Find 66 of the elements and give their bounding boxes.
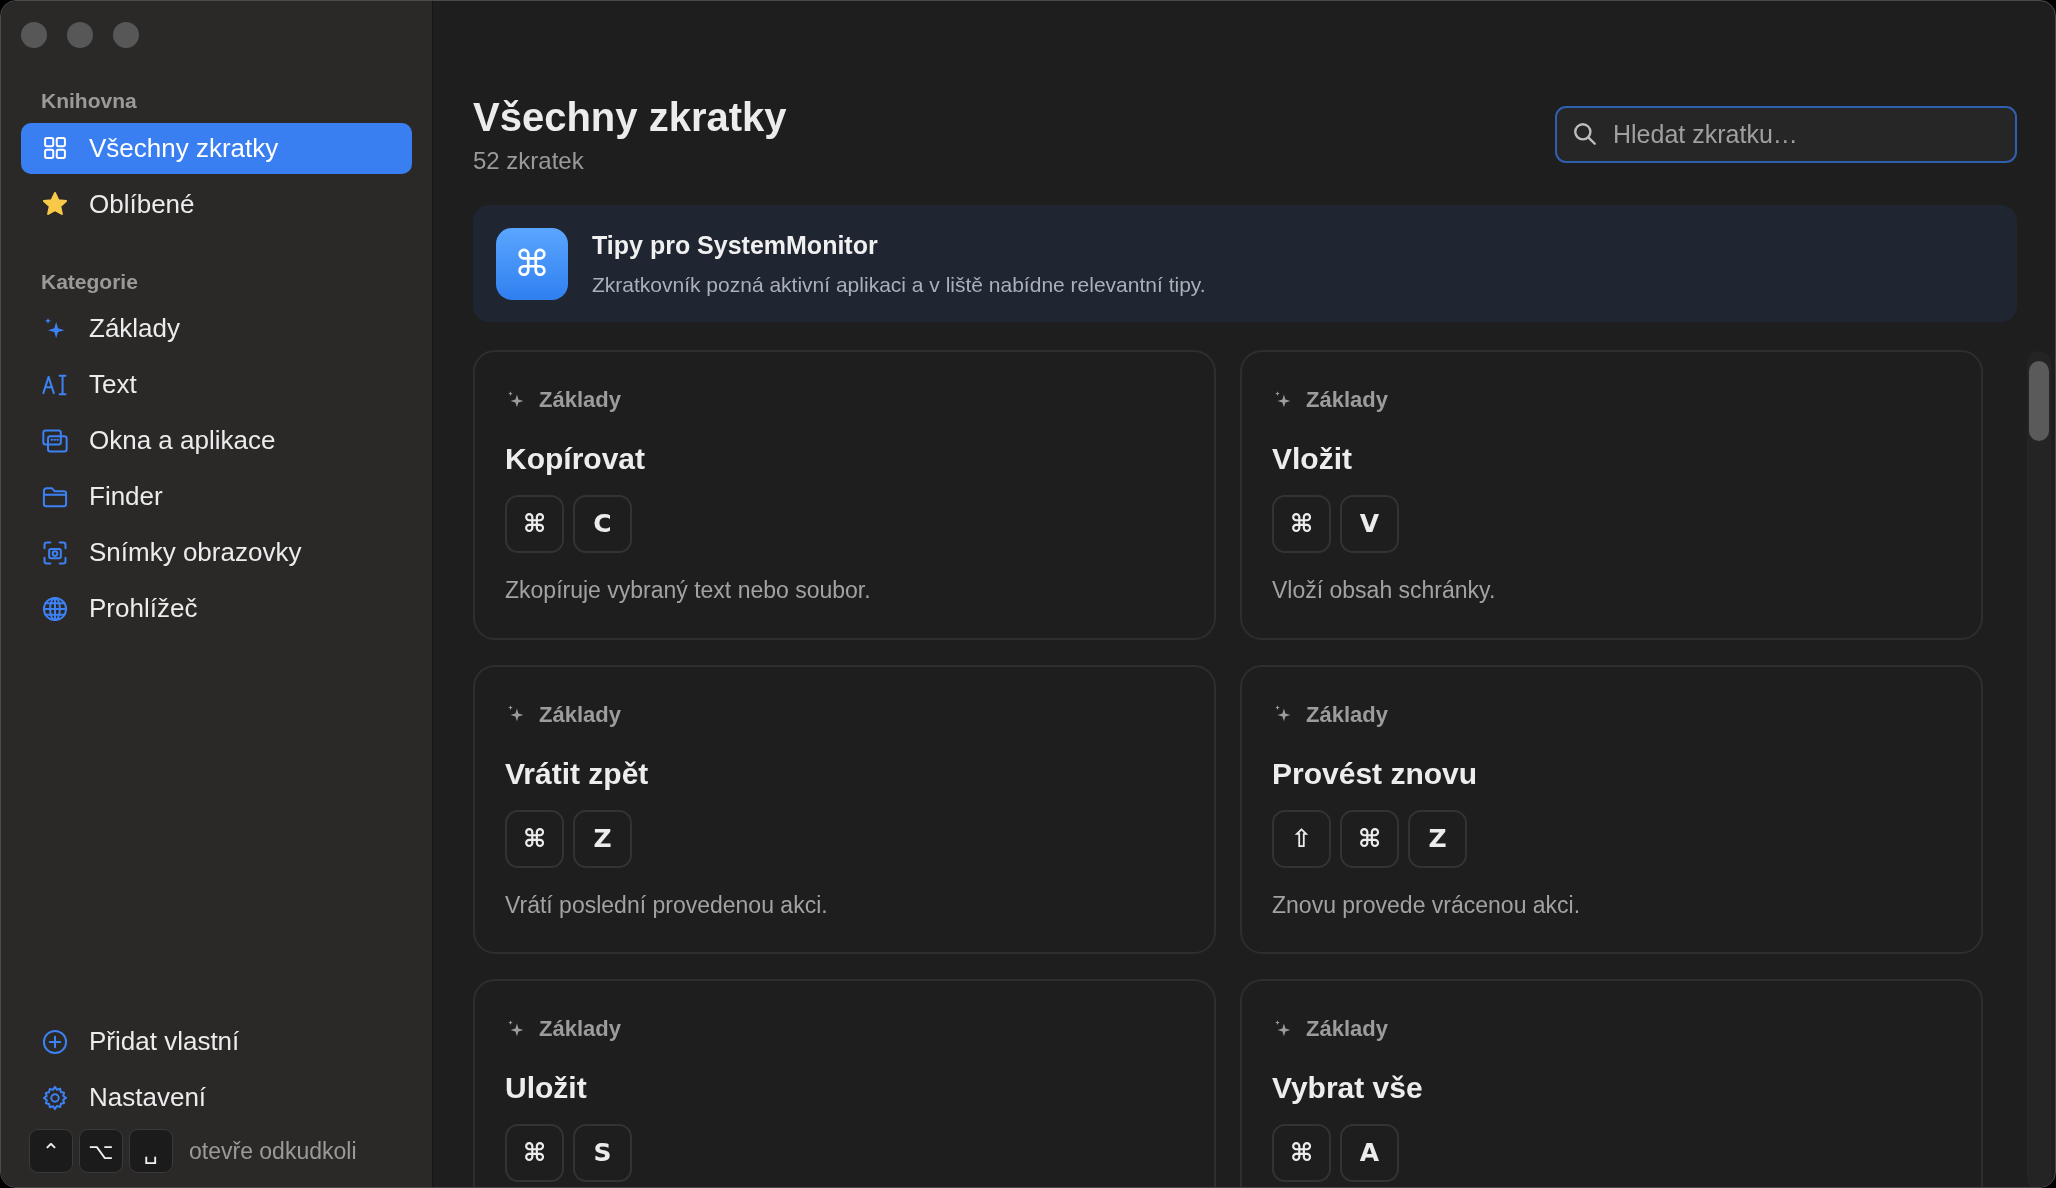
key-cap: A (1340, 1124, 1399, 1182)
shortcut-title: Provést znovu (1272, 755, 1479, 792)
sidebar-item[interactable]: Okna a aplikace (21, 415, 412, 466)
key-cap: ⌘ (505, 809, 564, 868)
key-cap: ⌥ (79, 1129, 123, 1173)
shortcut-title: Vybrat vše (1272, 1070, 1424, 1106)
search-field[interactable]: Hledat zkratku… (1555, 106, 2017, 163)
key-cap: S (573, 1124, 632, 1182)
window-control-button[interactable] (113, 22, 139, 48)
key-cap: Z (1408, 809, 1467, 868)
key-cap: Z (573, 809, 632, 868)
shortcut-card[interactable]: Základy Vložit ⌘ V Vloží obsah schránky. (1240, 350, 1983, 640)
key-cap: ⌘ (1340, 809, 1399, 868)
shortcut-card[interactable]: Základy Uložit ⌘ S (473, 979, 1216, 1187)
scrollbar-thumb[interactable] (2029, 361, 2049, 441)
globe-icon (41, 594, 69, 623)
shortcut-card[interactable]: Základy Vrátit zpět ⌘ Z Vrátí poslední provedenou akci. (473, 664, 1216, 954)
tip-title: Tipy pro SystemMonitor (592, 230, 879, 261)
window-control-button[interactable] (67, 22, 93, 48)
key-cap: V (1340, 495, 1399, 553)
shortcut-title: Vrátit zpět (505, 755, 650, 792)
sidebar-item[interactable]: Oblíbené (21, 178, 412, 230)
sidebar-item[interactable]: Finder (21, 471, 412, 522)
key-cap: C (573, 495, 632, 553)
shortcut-description: Znovu provede vrácenou akci. (1272, 890, 1582, 920)
settings-icon (41, 1083, 69, 1112)
key-cap: ␣ (129, 1129, 173, 1173)
shortcut-count: 52 zkratek (473, 146, 585, 176)
category-label: Základy (539, 386, 621, 414)
section-heading: Kategorie (40, 268, 139, 295)
shortcut-description: Zkopíruje vybraný text nebo soubor. (505, 576, 872, 605)
sidebar-item[interactable]: Prohlížeč (21, 583, 412, 634)
key-cap: ⇧ (1272, 809, 1331, 868)
section-heading: Knihovna (40, 88, 138, 114)
sidebar-item[interactable]: Základy (21, 303, 412, 354)
shortcut-card[interactable]: Základy Provést znovu ⇧ ⌘ Z Znovu provede vrácenou akci. (1240, 664, 1983, 954)
sidebar-item[interactable]: Přidat vlastní (21, 1016, 412, 1067)
page-title: Všechny zkratky (473, 95, 787, 139)
category-label: Základy (539, 700, 621, 729)
category-label: Základy (1306, 700, 1388, 729)
sidebar-item[interactable]: Všechny zkratky (21, 122, 412, 174)
sidebar-item[interactable]: Text (21, 359, 412, 410)
app-icon: ⌘ (496, 227, 568, 300)
shortcut-title: Uložit (505, 1070, 588, 1106)
shortcut-description: Vrátí poslední provedenou akci. (505, 890, 829, 920)
add-icon (41, 1027, 69, 1056)
shortcut-title: Vložit (1272, 441, 1353, 477)
shortcut-card[interactable]: Základy Vybrat vše ⌘ A (1240, 979, 1983, 1187)
category-label: Základy (539, 1015, 621, 1043)
key-cap: ⌘ (505, 495, 564, 553)
key-cap: ⌘ (1272, 1124, 1331, 1182)
hotkey-caption: otevře odkudkoli (189, 1136, 357, 1166)
shortcut-title: Kopírovat (505, 441, 646, 477)
grid-icon (41, 134, 69, 162)
category-label: Základy (1306, 386, 1388, 414)
key-cap: ⌘ (505, 1124, 564, 1182)
key-cap: ⌘ (1272, 495, 1331, 553)
tip-text: Zkratkovník pozná aktivní aplikaci a v liště nabídne relevantní tipy. (592, 271, 1206, 298)
shortcut-card[interactable]: Základy Kopírovat ⌘ C Zkopíruje vybraný text nebo soubor. (473, 350, 1216, 640)
category-label: Základy (1306, 1015, 1388, 1043)
sidebar-item[interactable]: Nastavení (21, 1072, 412, 1123)
key-cap: ⌃ (29, 1129, 73, 1173)
window-control-button[interactable] (21, 22, 47, 48)
shortcut-description: Vloží obsah schránky. (1272, 576, 1497, 605)
sidebar-item[interactable]: Snímky obrazovky (21, 527, 412, 578)
star-icon (41, 190, 69, 218)
